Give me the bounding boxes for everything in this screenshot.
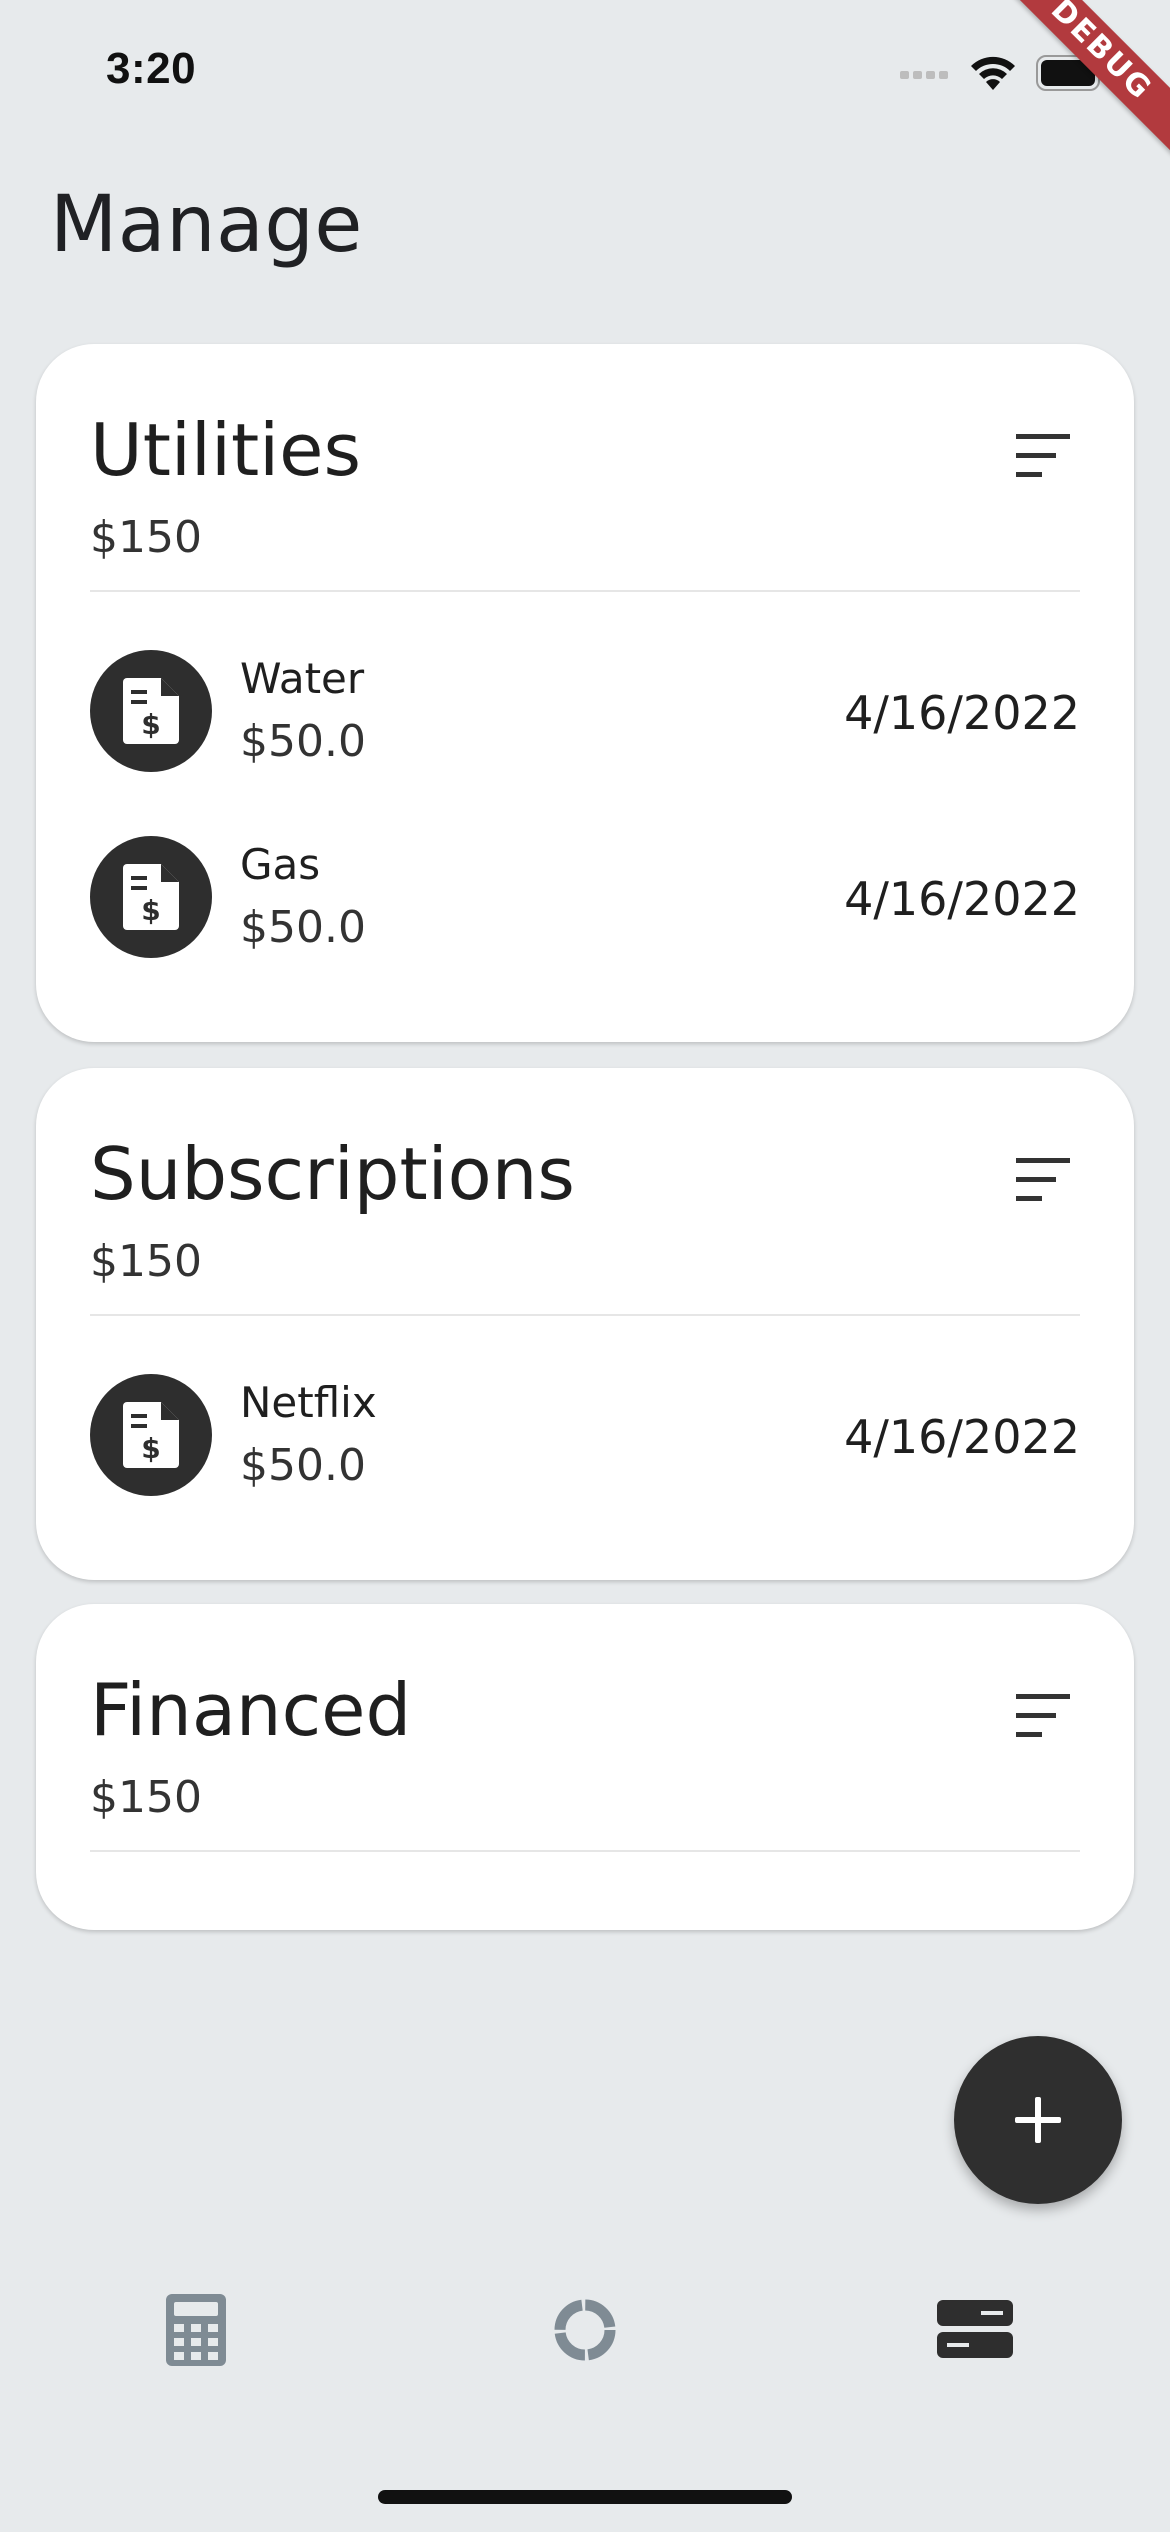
- status-icons: [900, 54, 1106, 96]
- svg-text:$: $: [141, 1432, 160, 1465]
- bill-date: 4/16/2022: [844, 686, 1080, 740]
- bill-name: Water: [240, 654, 365, 703]
- bill-row-gas[interactable]: $ Gas $50.0 4/16/2022: [90, 836, 1080, 960]
- category-title: Subscriptions: [90, 1132, 575, 1216]
- bill-row-water[interactable]: $ Water $50.0 4/16/2022: [90, 650, 1080, 774]
- divider: [90, 1850, 1080, 1852]
- category-title: Utilities: [90, 408, 361, 492]
- category-card-utilities: Utilities $150 $ Water $50.0 4/16/2022 $…: [36, 344, 1134, 1042]
- sort-icon: [1016, 434, 1070, 477]
- category-total: $150: [90, 1236, 202, 1287]
- bill-amount: $50.0: [240, 902, 366, 953]
- category-total: $150: [90, 512, 202, 563]
- category-total: $150: [90, 1772, 202, 1823]
- sort-icon: [1016, 1694, 1070, 1737]
- bill-amount: $50.0: [240, 716, 366, 767]
- sort-button[interactable]: [1006, 1150, 1078, 1210]
- bill-avatar: $: [90, 650, 212, 772]
- sort-button[interactable]: [1006, 1686, 1078, 1746]
- nav-overview[interactable]: [525, 2290, 645, 2370]
- bill-icon: $: [123, 864, 179, 930]
- bill-date: 4/16/2022: [844, 1410, 1080, 1464]
- category-card-subscriptions: Subscriptions $150 $ Netflix $50.0 4/16/…: [36, 1068, 1134, 1580]
- bill-date: 4/16/2022: [844, 872, 1080, 926]
- bill-icon: $: [123, 678, 179, 744]
- category-card-financed: Financed $150: [36, 1604, 1134, 1930]
- manage-list-icon: [937, 2300, 1013, 2358]
- nav-calculator[interactable]: [136, 2290, 256, 2370]
- bill-name: Netflix: [240, 1378, 377, 1427]
- sort-icon: [1016, 1158, 1070, 1201]
- svg-text:$: $: [141, 894, 160, 927]
- add-bill-button[interactable]: [954, 2036, 1122, 2204]
- status-time: 3:20: [106, 44, 197, 93]
- svg-text:$: $: [141, 708, 160, 741]
- wifi-icon: [968, 54, 1018, 96]
- nav-manage[interactable]: [915, 2290, 1035, 2370]
- bill-icon: $: [123, 1402, 179, 1468]
- sort-button[interactable]: [1006, 426, 1078, 486]
- home-indicator: [378, 2490, 792, 2504]
- plus-icon: [1015, 2097, 1061, 2143]
- bill-amount: $50.0: [240, 1440, 366, 1491]
- cellular-icon: [900, 66, 950, 85]
- bill-name: Gas: [240, 840, 321, 889]
- donut-chart-icon: [554, 2299, 616, 2361]
- bill-avatar: $: [90, 1374, 212, 1496]
- calculator-icon: [166, 2294, 226, 2366]
- bill-avatar: $: [90, 836, 212, 958]
- page-title: Manage: [50, 180, 363, 270]
- bill-row-netflix[interactable]: $ Netflix $50.0 4/16/2022: [90, 1374, 1080, 1498]
- divider: [90, 590, 1080, 592]
- divider: [90, 1314, 1080, 1316]
- category-title: Financed: [90, 1668, 412, 1752]
